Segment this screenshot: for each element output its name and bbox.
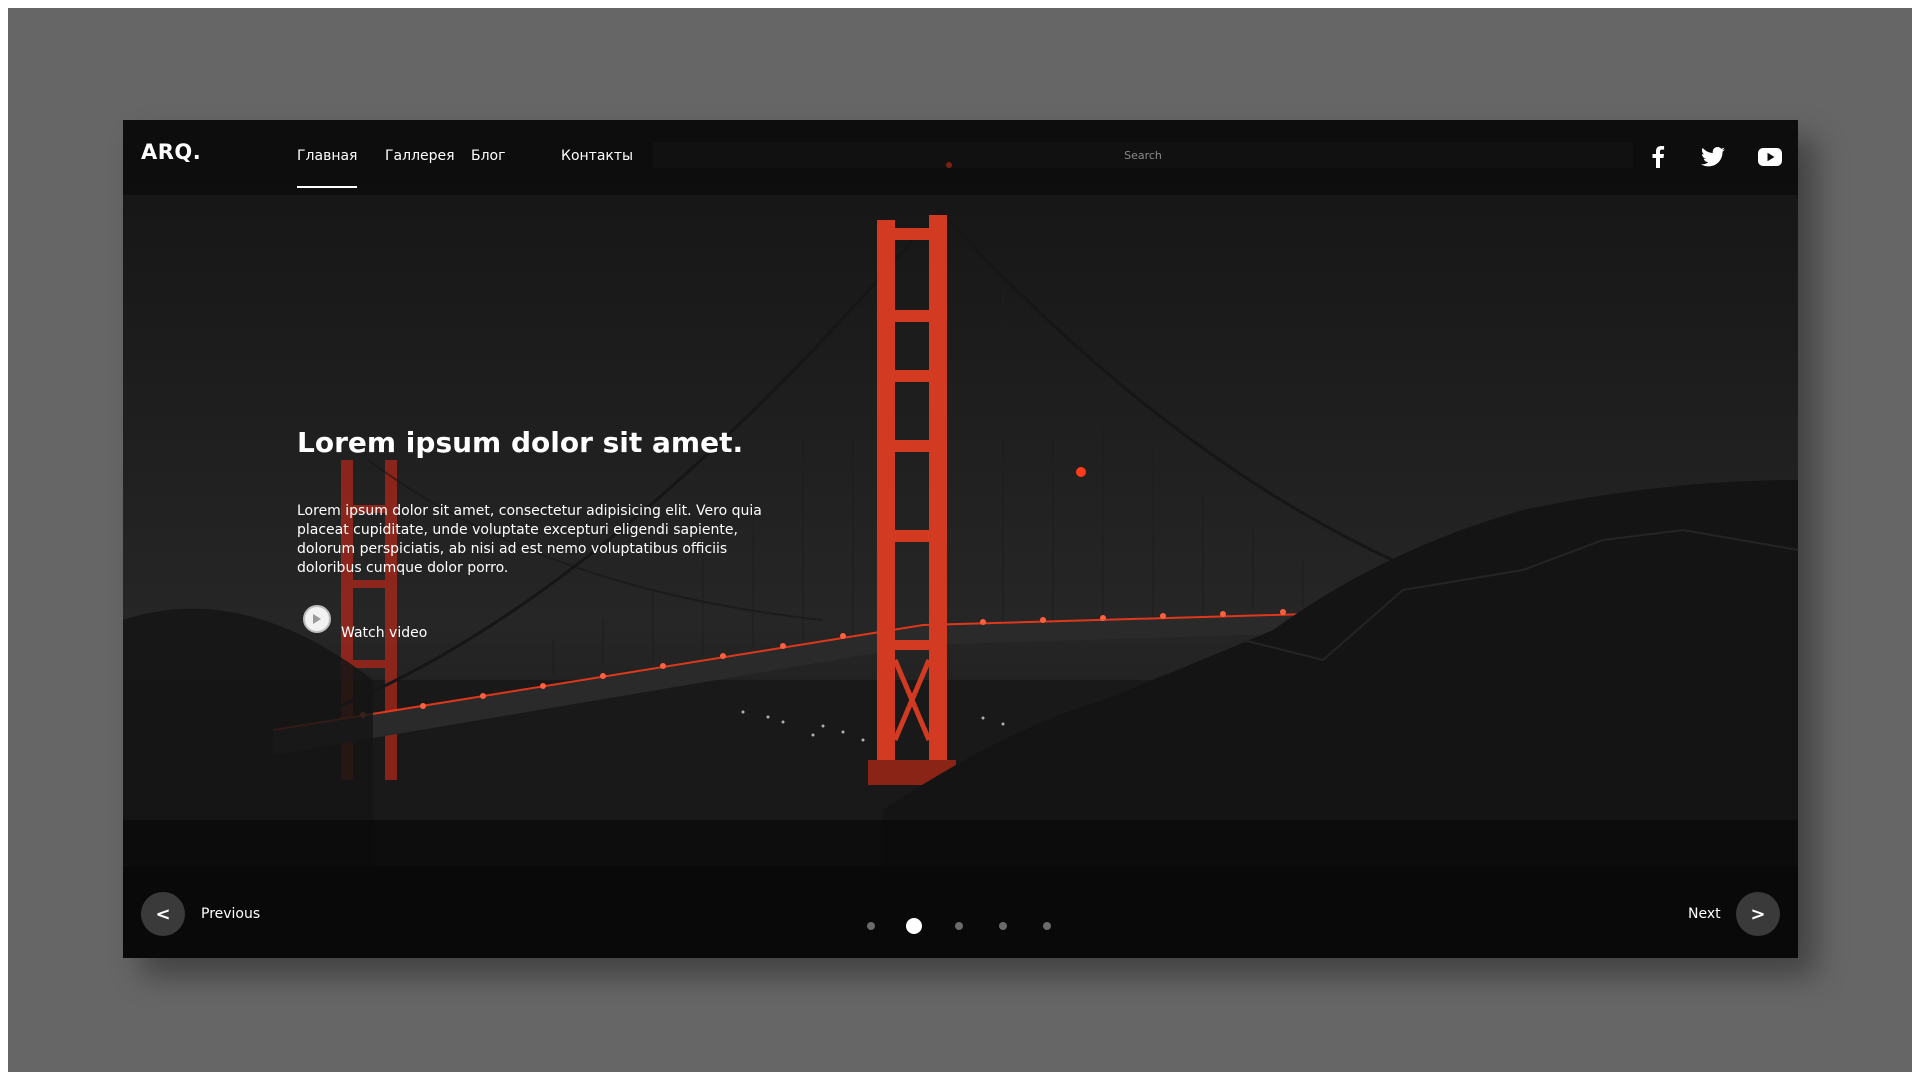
- next-label[interactable]: Next: [1688, 906, 1721, 922]
- nav-item-gallery[interactable]: Галлерея: [385, 148, 455, 164]
- nav-item-home[interactable]: Главная: [297, 148, 358, 188]
- facebook-icon[interactable]: [1643, 142, 1673, 172]
- youtube-icon[interactable]: [1755, 142, 1785, 172]
- hero-description: Lorem ipsum dolor sit amet, consectetur …: [297, 503, 762, 576]
- search-input[interactable]: [653, 142, 1633, 168]
- play-icon[interactable]: [303, 605, 331, 633]
- previous-label[interactable]: Previous: [201, 906, 260, 922]
- watch-video-label[interactable]: Watch video: [341, 625, 427, 641]
- slider-dot-2[interactable]: [906, 918, 922, 934]
- slider-dot-5[interactable]: [1043, 922, 1051, 930]
- watch-video-button[interactable]: Watch video: [303, 605, 463, 645]
- slider-controls-bar: [123, 866, 1798, 958]
- twitter-icon[interactable]: [1698, 142, 1728, 172]
- hero-title: Lorem ipsum dolor sit amet.: [297, 426, 744, 459]
- previous-button[interactable]: <: [141, 892, 185, 936]
- slider-dot-1[interactable]: [867, 922, 875, 930]
- site-logo[interactable]: ARQ.: [141, 140, 201, 164]
- website-frame: ARQ. Главная Галлерея Блог Контакты Lore…: [123, 120, 1798, 958]
- slider-dot-4[interactable]: [999, 922, 1007, 930]
- nav-item-contacts[interactable]: Контакты: [561, 148, 633, 164]
- next-button[interactable]: >: [1736, 892, 1780, 936]
- nav-item-blog[interactable]: Блог: [471, 148, 505, 164]
- top-navbar: ARQ. Главная Галлерея Блог Контакты: [123, 120, 1798, 195]
- slider-dot-3[interactable]: [955, 922, 963, 930]
